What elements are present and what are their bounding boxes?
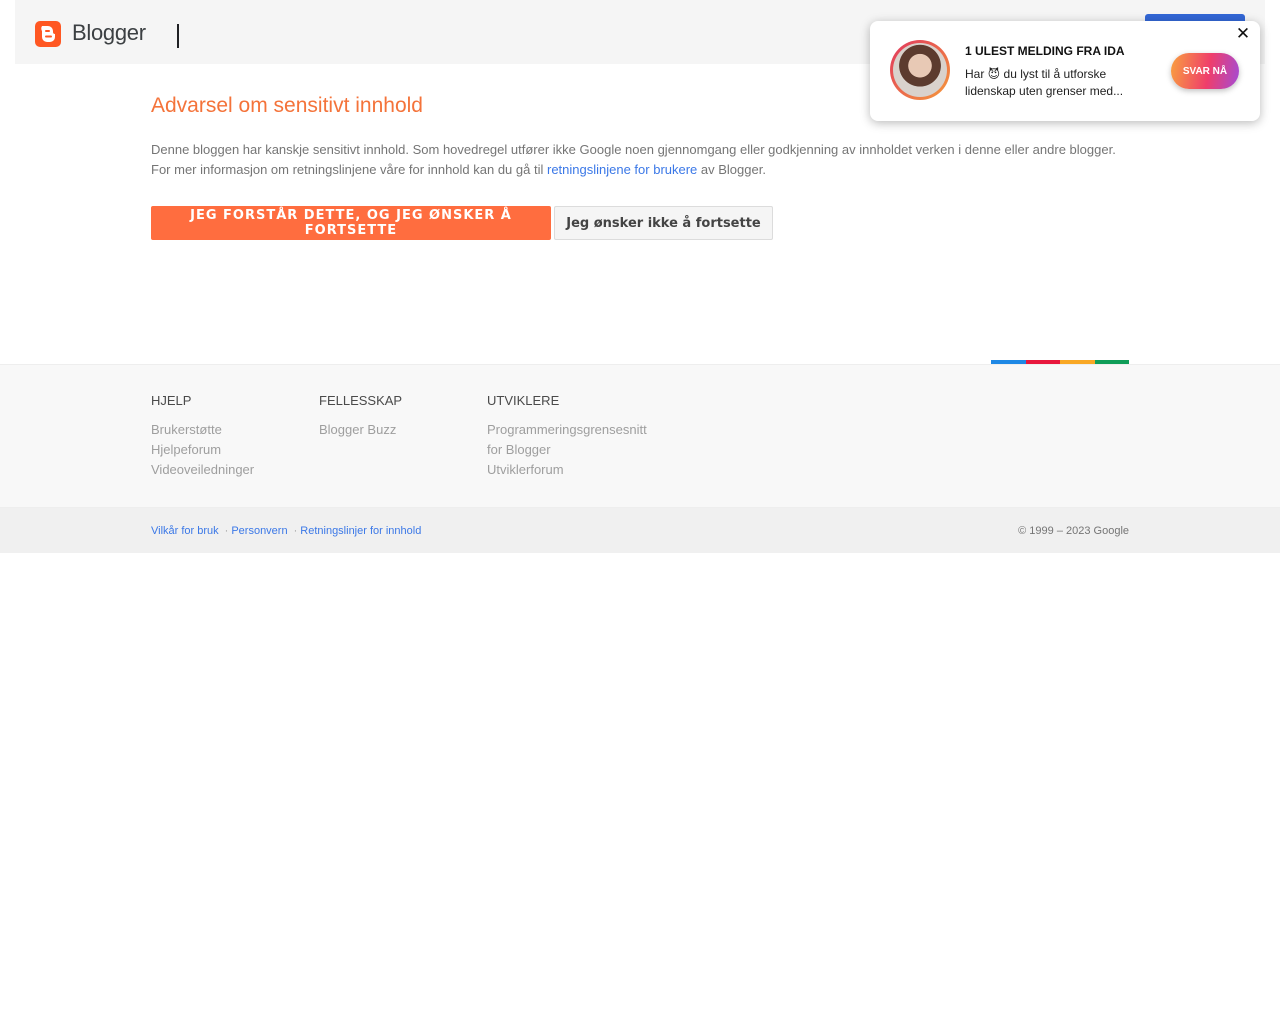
footer-link-blogger-buzz[interactable]: Blogger Buzz: [319, 420, 402, 440]
blogger-logo-icon[interactable]: [35, 21, 61, 47]
footer-heading-developers: Utviklere: [487, 393, 560, 408]
legal-links: Vilkår for bruk · Personvern · Retningslinje…: [151, 525, 421, 537]
notification-message: Har 😈 du lyst til å utforske lidenskap u…: [965, 67, 1124, 98]
reply-now-button[interactable]: SVAR NÅ: [1171, 53, 1239, 89]
footer-heading-community: Fellesskap: [319, 393, 403, 408]
page-title: Advarsel om sensitivt innhold: [151, 94, 423, 117]
privacy-link[interactable]: Personvern: [231, 525, 287, 537]
footer-link-api-line2[interactable]: for Blogger: [487, 440, 647, 460]
footer-link-help-forum[interactable]: Hjelpeforum: [151, 440, 254, 460]
warning-line-2-prefix: For mer informasjon om retningslinjene v…: [151, 162, 547, 177]
footer-column-developers: Utviklere Programmeringsgrensesnitt for …: [487, 393, 647, 480]
copyright: © 1999 – 2023 Google: [1018, 525, 1129, 537]
legal-separator: ·: [224, 525, 229, 537]
content-policy-link[interactable]: retningslinjene for brukere: [547, 162, 697, 177]
notification-title: 1 ulest melding fra Ida: [965, 44, 1125, 58]
footer-column-help: Hjelp Brukerstøtte Hjelpeforum Videoveil…: [151, 393, 254, 480]
legal-separator: ·: [293, 525, 298, 537]
warning-line-1: Denne bloggen har kanskje sensitivt innh…: [151, 142, 1116, 157]
footer-links: Hjelp Brukerstøtte Hjelpeforum Videoveil…: [0, 364, 1280, 508]
terms-link[interactable]: Vilkår for bruk: [151, 525, 219, 537]
close-icon[interactable]: ✕: [1234, 24, 1252, 44]
footer-bottom: Vilkår for bruk · Personvern · Retningslinje…: [0, 508, 1280, 553]
warning-description: Denne bloggen har kanskje sensitivt innh…: [151, 140, 1141, 180]
footer-link-api-line1[interactable]: Programmeringsgrensesnitt: [487, 420, 647, 440]
footer-link-video-tutorials[interactable]: Videoveiledninger: [151, 460, 254, 480]
message-notification-popup[interactable]: 1 ulest melding fra Ida Har 😈 du lyst ti…: [870, 21, 1260, 121]
blogger-logo-text[interactable]: Blogger: [72, 20, 146, 46]
content-policy-footer-link[interactable]: Retningslinjer for innhold: [300, 525, 421, 537]
header-divider: [177, 24, 179, 48]
avatar-photo: [893, 43, 947, 97]
decline-button[interactable]: Jeg ønsker ikke å fortsette: [554, 206, 773, 240]
continue-button[interactable]: Jeg forstår dette, og jeg ønsker å forts…: [151, 206, 551, 240]
footer-heading-help: Hjelp: [151, 393, 192, 408]
footer-link-developer-forum[interactable]: Utviklerforum: [487, 460, 647, 480]
warning-line-2-suffix: av Blogger.: [697, 162, 766, 177]
avatar: [890, 40, 950, 100]
footer-column-community: Fellesskap Blogger Buzz: [319, 393, 402, 440]
footer-link-support[interactable]: Brukerstøtte: [151, 420, 254, 440]
